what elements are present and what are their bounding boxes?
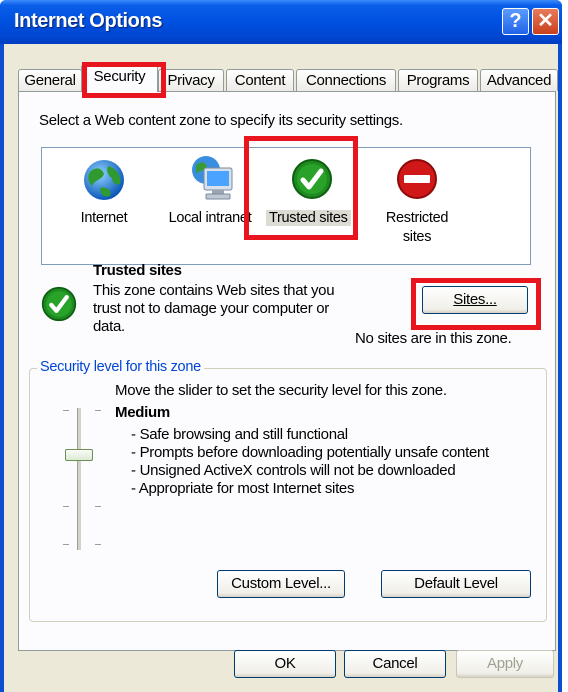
slider-hint: Move the slider to set the security leve…: [115, 382, 447, 399]
globe-icon: [84, 160, 124, 200]
zone-desc-line3: data.: [93, 318, 125, 335]
tab-general[interactable]: General: [18, 69, 82, 91]
apply-button[interactable]: Apply: [456, 650, 554, 678]
default-level-label: Default Level: [414, 575, 498, 592]
internet-options-window: Internet Options ? ✕ General Security Pr…: [0, 0, 562, 692]
level-bullet-4: - Appropriate for most Internet sites: [131, 480, 355, 497]
help-button[interactable]: ?: [502, 8, 529, 35]
selected-zone-title: Trusted sites: [93, 262, 182, 279]
sites-button-highlight: [411, 278, 541, 330]
tab-connections[interactable]: Connections: [296, 69, 396, 91]
zone-label-internet: Internet: [80, 210, 128, 226]
window-title: Internet Options: [14, 10, 163, 32]
zone-desc-line2: trust not to damage your computer or: [93, 300, 329, 317]
custom-level-button[interactable]: Custom Level...: [217, 570, 345, 598]
slider-thumb[interactable]: [65, 449, 93, 461]
level-bullet-3: - Unsigned ActiveX controls will not be …: [131, 462, 456, 479]
tab-programs[interactable]: Programs: [398, 69, 478, 91]
restricted-no-entry-icon: [397, 159, 437, 199]
trusted-sites-highlight: [244, 136, 358, 240]
security-tab-highlight: [82, 62, 166, 98]
default-level-button[interactable]: Default Level: [381, 570, 531, 598]
title-bar[interactable]: Internet Options ? ✕: [0, 0, 562, 44]
tab-content[interactable]: Content: [226, 69, 294, 91]
level-bullet-1: - Safe browsing and still functional: [131, 426, 348, 443]
level-name: Medium: [115, 404, 170, 421]
sites-status: No sites are in this zone.: [355, 330, 512, 347]
zone-label-restricted-line2: sites: [402, 229, 432, 245]
dialog-client-area: General Security Privacy Content Connect…: [4, 44, 558, 692]
level-bullet-2: - Prompts before downloading potentially…: [131, 444, 489, 461]
tab-privacy[interactable]: Privacy: [158, 69, 224, 91]
close-button[interactable]: ✕: [532, 8, 559, 35]
cancel-button[interactable]: Cancel: [344, 650, 446, 678]
security-level-group-title: Security level for this zone: [37, 359, 204, 375]
zone-label-restricted-line1: Restricted: [385, 210, 449, 226]
custom-level-label: Custom Level...: [231, 575, 331, 592]
security-level-slider[interactable]: [55, 404, 115, 554]
slider-track: [77, 408, 81, 550]
intranet-computer-icon: [192, 156, 233, 200]
zone-desc-line1: This zone contains Web sites that you: [93, 282, 335, 299]
ok-button[interactable]: OK: [234, 650, 336, 678]
selected-zone-check-icon: [41, 286, 77, 322]
tab-advanced[interactable]: Advanced: [480, 69, 558, 91]
zone-instruction: Select a Web content zone to specify its…: [39, 112, 403, 129]
